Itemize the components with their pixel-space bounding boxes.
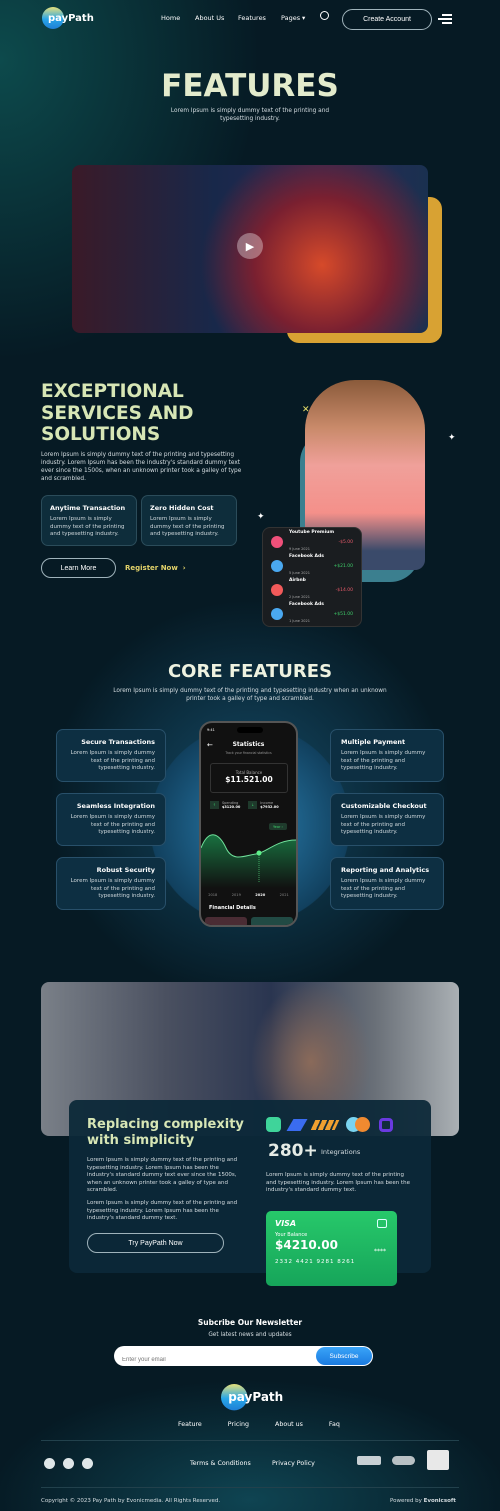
- email-input[interactable]: [122, 1357, 302, 1363]
- terms-link[interactable]: Terms & Conditions: [190, 1460, 251, 1467]
- badge-icon: [357, 1456, 381, 1465]
- feature-card: Customizable Checkout Lorem Ipsum is simp…: [330, 793, 444, 846]
- nav-home[interactable]: Home: [161, 14, 180, 22]
- logo[interactable]: payPath: [42, 7, 94, 29]
- feature-card: Reporting and Analytics Lorem Ipsum is si…: [330, 857, 444, 910]
- social-links: [44, 1458, 93, 1469]
- try-paypath-button[interactable]: Try PayPath Now: [87, 1233, 224, 1253]
- sparkle-icon: ✦: [448, 433, 456, 443]
- transaction-item: Airbnb 2 June 2021 -$14.00: [263, 578, 361, 602]
- year-label: 2021: [279, 893, 289, 897]
- feature-card: Seamless Integration Lorem Ipsum is simpl…: [56, 793, 166, 846]
- footer-links: Feature Pricing About us Faq: [178, 1421, 340, 1428]
- subscribe-button[interactable]: Subscribe: [316, 1347, 372, 1365]
- transaction-item: Facebook Ads 1 June 2021 +$51.00: [263, 602, 361, 626]
- year-label: 2020: [255, 893, 266, 897]
- transactions-card: Youtube Premium 9 June 2021 -$5.00 Facebook…: [262, 527, 362, 627]
- integration-logos: [266, 1117, 393, 1132]
- newsletter-form: Subscribe: [114, 1346, 373, 1366]
- privacy-link[interactable]: Privacy Policy: [272, 1460, 315, 1467]
- divider: [41, 1440, 459, 1441]
- page-title: FEATURES: [161, 68, 339, 104]
- transaction-icon: [271, 584, 283, 596]
- nav-features[interactable]: Features: [238, 14, 266, 22]
- hero-subtitle: Lorem Ipsum is simply dummy text of the …: [170, 108, 330, 122]
- transaction-item: Facebook Ads 5 June 2021 +$21.00: [263, 554, 361, 578]
- core-subtitle: Lorem Ipsum is simply dummy text of the …: [113, 688, 387, 702]
- instagram-icon[interactable]: [82, 1458, 93, 1469]
- badge-icon: [427, 1450, 449, 1470]
- integrations-count: 280+: [268, 1141, 318, 1161]
- play-icon[interactable]: ▶: [237, 233, 263, 259]
- sparkle-icon: ✦: [257, 512, 265, 522]
- integration-logo-icon: [379, 1117, 393, 1132]
- simplicity-title: Replacing complexity with simplicity: [87, 1117, 244, 1148]
- learn-more-button[interactable]: Learn More: [41, 558, 116, 578]
- feature-card: Secure Transactions Lorem Ipsum is simply…: [56, 729, 166, 782]
- service-card: Zero Hidden Cost Lorem Ipsum is simply du…: [141, 495, 237, 546]
- powered-by: Powered by Evonicsoft: [390, 1498, 456, 1504]
- chevron-down-icon[interactable]: ▾: [302, 14, 305, 22]
- year-label: 2018: [208, 893, 218, 897]
- services-title: EXCEPTIONAL SERVICES AND SOLUTIONS: [41, 381, 194, 445]
- visa-card: VISA Your Balance $4210.00 **** 2332 442…: [266, 1211, 397, 1286]
- integrations-text: Lorem Ipsum is simply dummy text of the …: [266, 1172, 410, 1193]
- service-card: Anytime Transaction Lorem Ipsum is simply…: [41, 495, 137, 546]
- footer-link-faq[interactable]: Faq: [329, 1421, 340, 1428]
- badge-icon: [392, 1456, 415, 1465]
- nav-pages[interactable]: Pages: [281, 14, 300, 22]
- integration-logo-icon: [286, 1118, 308, 1131]
- sparkle-icon: ✕: [302, 405, 310, 415]
- transaction-icon: [271, 608, 283, 620]
- footer-logo[interactable]: payPath: [221, 1384, 283, 1411]
- footer-link-pricing[interactable]: Pricing: [228, 1421, 249, 1428]
- footer-link-feature[interactable]: Feature: [178, 1421, 202, 1428]
- transaction-item: Youtube Premium 9 June 2021 -$5.00: [263, 530, 361, 554]
- simplicity-text: Lorem Ipsum is simply dummy text of the …: [87, 1200, 238, 1221]
- footer-link-about[interactable]: About us: [275, 1421, 303, 1428]
- newsletter-title: Subcribe Our Newsletter: [197, 1318, 303, 1327]
- year-label: 2019: [231, 893, 241, 897]
- simplicity-text: Lorem Ipsum is simply dummy text of the …: [87, 1157, 238, 1193]
- services-text: Lorem Ipsum is simply dummy text of the …: [41, 452, 242, 482]
- facebook-icon[interactable]: [63, 1458, 74, 1469]
- integrations-label: Integrations: [321, 1148, 361, 1156]
- nav-about[interactable]: About Us: [195, 14, 224, 22]
- transaction-icon: [271, 536, 283, 548]
- divider: [41, 1487, 459, 1488]
- register-now-link[interactable]: Register Now ›: [125, 564, 186, 572]
- phone-mockup: 9:41 ← Statistics Track your financial s…: [199, 721, 298, 927]
- integration-logo-icon: [310, 1119, 340, 1130]
- transaction-icon: [271, 560, 283, 572]
- integration-logo-icon: [266, 1117, 281, 1132]
- feature-card: Robust Security Lorem Ipsum is simply dum…: [56, 857, 166, 910]
- chip-icon: [377, 1219, 387, 1228]
- feature-card: Multiple Payment Lorem Ipsum is simply du…: [330, 729, 444, 782]
- spending-chart: [201, 834, 296, 888]
- search-icon[interactable]: [320, 11, 329, 20]
- create-account-button[interactable]: Create Account: [342, 9, 432, 30]
- copyright: Copyright © 2023 Pay Path by Evonicmedia…: [41, 1498, 221, 1504]
- core-title: CORE FEATURES: [167, 661, 333, 682]
- menu-icon[interactable]: [438, 14, 452, 24]
- twitter-icon[interactable]: [44, 1458, 55, 1469]
- newsletter-subtitle: Get latest news and updates: [208, 1332, 292, 1338]
- integration-logo-icon: [346, 1117, 370, 1132]
